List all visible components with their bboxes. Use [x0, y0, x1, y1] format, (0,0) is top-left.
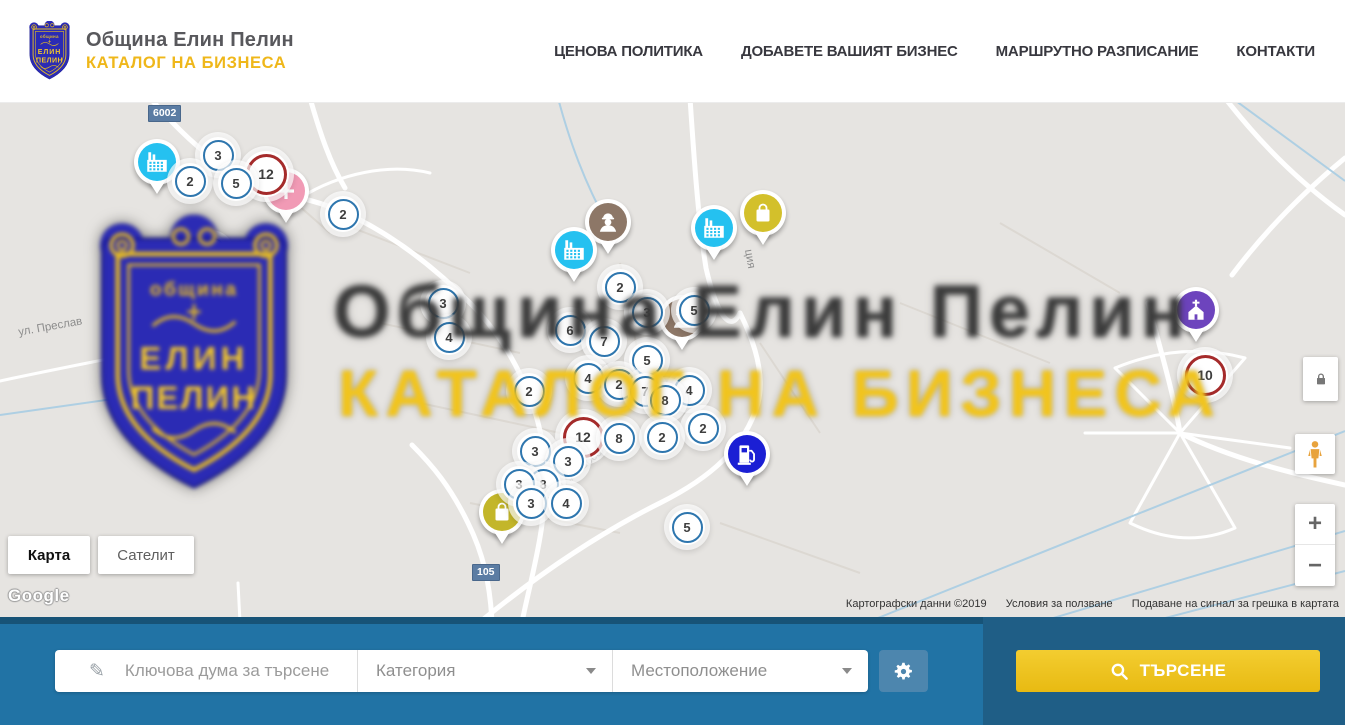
pencil-icon: ✎ [89, 660, 105, 682]
nav-contacts[interactable]: КОНТАКТИ [1236, 43, 1315, 60]
factory-icon [138, 143, 176, 181]
google-logo[interactable]: Google [8, 586, 70, 606]
map-cluster-marker[interactable]: 4 [570, 360, 606, 396]
site-subtitle: КАТАЛОГ НА БИЗНЕСА [86, 54, 294, 73]
terms-link[interactable]: Условия за ползване [1006, 598, 1113, 610]
pegman-button[interactable] [1295, 434, 1335, 474]
map-cluster-marker[interactable]: 8 [647, 382, 683, 418]
map-cluster-marker[interactable]: 2 [172, 163, 208, 199]
advanced-search-button[interactable] [879, 650, 928, 692]
municipality-emblem-icon: община ЕЛИН ПЕЛИН [26, 21, 73, 81]
map-cluster-marker[interactable]: 3 [517, 433, 553, 469]
lock-button[interactable] [1303, 357, 1338, 401]
map-cluster-marker[interactable]: 3 [425, 285, 461, 321]
map-container: 6002 105 ул. Преслав бул. „Новосел ция [0, 103, 1345, 617]
map-cluster-marker[interactable]: 4 [548, 485, 584, 521]
map-attribution: Картографски данни ©2019 Условия за полз… [830, 598, 1339, 610]
factory-icon [695, 209, 733, 247]
map-type-control: Карта Сателит [8, 536, 194, 574]
zoom-control: + − [1295, 504, 1335, 586]
map-cluster-marker[interactable]: 2 [685, 410, 721, 446]
map-cluster-marker[interactable]: 5 [218, 165, 254, 201]
map-cluster-marker[interactable]: 6 [552, 312, 588, 348]
site-title: Община Елин Пелин [86, 29, 294, 52]
map-cluster-marker[interactable]: 5 [676, 292, 712, 328]
lock-icon [1313, 370, 1329, 388]
nav-pricing-policy[interactable]: ЦЕНОВА ПОЛИТИКА [554, 43, 703, 60]
keyword-field[interactable]: ✎ [55, 650, 358, 692]
bag-icon [744, 194, 782, 232]
nav-route-schedule[interactable]: МАРШРУТНО РАЗПИСАНИЕ [996, 43, 1199, 60]
keyword-input[interactable] [125, 661, 357, 681]
chevron-down-icon [586, 668, 596, 674]
header: община ЕЛИН ПЕЛИН Община Елин Пелин КАТА… [0, 0, 1345, 103]
church-icon [1177, 291, 1215, 329]
main-nav: ЦЕНОВА ПОЛИТИКА ДОБАВЕТЕ ВАШИЯТ БИЗНЕС М… [554, 43, 1319, 60]
map-pin-marker[interactable] [1173, 287, 1219, 333]
map-cluster-marker[interactable]: 4 [431, 319, 467, 355]
category-dropdown[interactable]: Категория [358, 650, 613, 692]
map-markers-layer: 31225222353647510422748212823383345 [0, 103, 1345, 617]
search-icon [1110, 662, 1129, 681]
factory-icon [555, 231, 593, 269]
satellite-view-button[interactable]: Сателит [98, 536, 194, 574]
site-logo[interactable]: община ЕЛИН ПЕЛИН Община Елин Пелин КАТА… [26, 21, 294, 81]
map-cluster-marker[interactable]: 3 [629, 294, 665, 330]
location-dropdown[interactable]: Местоположение [613, 650, 868, 692]
map-pin-marker[interactable] [551, 227, 597, 273]
svg-text:ЕЛИН: ЕЛИН [38, 49, 61, 56]
map-pin-marker[interactable] [691, 205, 737, 251]
map-cluster-marker[interactable]: 3 [513, 485, 549, 521]
search-fields: ✎ Категория Местоположение [55, 650, 868, 692]
map-pin-marker[interactable] [740, 190, 786, 236]
category-dropdown-label: Категория [376, 661, 455, 681]
gear-icon [893, 661, 914, 682]
zoom-in-button[interactable]: + [1295, 504, 1335, 545]
map-cluster-marker[interactable]: 5 [669, 509, 705, 545]
search-submit-label: ТЪРСЕНЕ [1140, 661, 1227, 681]
chevron-down-icon [842, 668, 852, 674]
fuel-icon [728, 435, 766, 473]
pegman-icon [1305, 440, 1325, 469]
search-submit-button[interactable]: ТЪРСЕНЕ [1016, 650, 1320, 692]
location-dropdown-label: Местоположение [631, 661, 767, 681]
map-view-button[interactable]: Карта [8, 536, 90, 574]
map-cluster-marker[interactable]: 7 [586, 323, 622, 359]
report-error-link[interactable]: Подаване на сигнал за грешка в картата [1132, 598, 1339, 610]
map-cluster-marker[interactable]: 2 [644, 419, 680, 455]
map-pin-marker[interactable] [724, 431, 770, 477]
nav-add-business[interactable]: ДОБАВЕТЕ ВАШИЯТ БИЗНЕС [741, 43, 958, 60]
map-cluster-marker[interactable]: 2 [511, 373, 547, 409]
search-bar: ✎ Категория Местоположение ТЪРСЕНЕ [0, 617, 1345, 725]
svg-text:ПЕЛИН: ПЕЛИН [36, 57, 63, 64]
svg-text:община: община [40, 34, 59, 39]
attribution-copyright: Картографски данни ©2019 [846, 598, 987, 610]
map-cluster-marker[interactable]: 2 [325, 196, 361, 232]
map-cluster-marker[interactable]: 2 [193, 235, 229, 271]
zoom-out-button[interactable]: − [1295, 545, 1335, 586]
map-cluster-marker[interactable]: 8 [601, 420, 637, 456]
map-cluster-marker[interactable]: 10 [1182, 352, 1228, 398]
worker-icon [589, 203, 627, 241]
